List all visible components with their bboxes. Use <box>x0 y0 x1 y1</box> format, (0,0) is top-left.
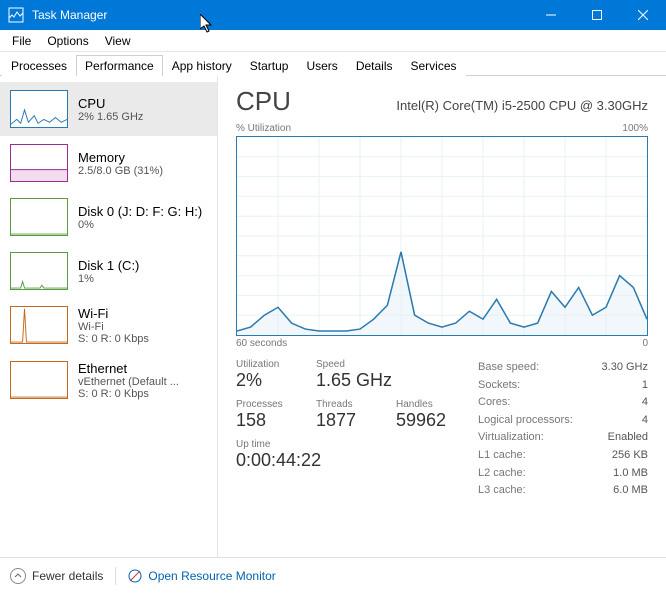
footer: Fewer details Open Resource Monitor <box>0 557 666 593</box>
detail-key: L2 cache: <box>478 465 526 483</box>
tab-app-history[interactable]: App history <box>163 55 241 76</box>
sidebar-item-disk1[interactable]: Disk 1 (C:) 1% <box>0 244 217 298</box>
menu-file[interactable]: File <box>4 32 39 50</box>
sidebar-sub: vEthernet (Default ... <box>78 376 179 388</box>
sidebar-item-wifi[interactable]: Wi-Fi Wi-Fi S: 0 R: 0 Kbps <box>0 298 217 353</box>
sidebar-label: Wi-Fi <box>78 306 149 321</box>
titlebar: Task Manager <box>0 0 666 30</box>
stat-label: Speed <box>316 359 392 370</box>
stat-processes: 158 <box>236 410 298 431</box>
stat-utilization: 2% <box>236 370 298 391</box>
menu-options[interactable]: Options <box>39 32 96 50</box>
orm-label: Open Resource Monitor <box>148 569 275 583</box>
stat-threads: 1877 <box>316 410 378 431</box>
disk1-thumb <box>10 252 68 290</box>
sidebar: CPU 2% 1.65 GHz Memory 2.5/8.0 GB (31%) … <box>0 76 218 557</box>
disk0-thumb <box>10 198 68 236</box>
stat-handles: 59962 <box>396 410 458 431</box>
cpu-model: Intel(R) Core(TM) i5-2500 CPU @ 3.30GHz <box>396 98 648 113</box>
open-resource-monitor-link[interactable]: Open Resource Monitor <box>128 569 275 583</box>
tab-users[interactable]: Users <box>297 55 346 76</box>
sidebar-sub: Wi-Fi <box>78 321 149 333</box>
sidebar-sub: 0% <box>78 219 202 231</box>
resource-monitor-icon <box>128 569 142 583</box>
tabbar: Processes Performance App history Startu… <box>0 52 666 76</box>
detail-key: Cores: <box>478 394 510 412</box>
ethernet-thumb <box>10 361 68 399</box>
chart-ylabel: % Utilization <box>236 123 291 134</box>
sidebar-label: Memory <box>78 150 163 165</box>
stat-label: Processes <box>236 399 298 410</box>
sidebar-sub: 1% <box>78 273 139 285</box>
cpu-thumb <box>10 90 68 128</box>
stat-speed: 1.65 GHz <box>316 370 392 391</box>
sidebar-label: Disk 1 (C:) <box>78 258 139 273</box>
stat-label: Handles <box>396 399 458 410</box>
detail-virtualization: Enabled <box>608 429 648 447</box>
window-title: Task Manager <box>32 8 107 22</box>
chevron-up-icon <box>10 568 26 584</box>
stat-label: Up time <box>236 439 458 450</box>
menubar: File Options View <box>0 30 666 52</box>
detail-key: Virtualization: <box>478 429 544 447</box>
content-area: CPU 2% 1.65 GHz Memory 2.5/8.0 GB (31%) … <box>0 76 666 557</box>
detail-logical: 4 <box>642 412 648 430</box>
detail-base-speed: 3.30 GHz <box>602 359 648 377</box>
tab-performance[interactable]: Performance <box>76 55 163 76</box>
chart-xright: 0 <box>642 338 648 349</box>
close-button[interactable] <box>620 0 666 30</box>
stat-label: Threads <box>316 399 378 410</box>
stats-area: Utilization 2% Speed 1.65 GHz Processes … <box>236 359 648 500</box>
minimize-button[interactable] <box>528 0 574 30</box>
sidebar-sub2: S: 0 R: 0 Kbps <box>78 388 179 400</box>
detail-key: Base speed: <box>478 359 539 377</box>
detail-cores: 4 <box>642 394 648 412</box>
sidebar-label: Ethernet <box>78 361 179 376</box>
sidebar-item-disk0[interactable]: Disk 0 (J: D: F: G: H:) 0% <box>0 190 217 244</box>
sidebar-label: Disk 0 (J: D: F: G: H:) <box>78 204 202 219</box>
stat-uptime: 0:00:44:22 <box>236 450 458 471</box>
tab-services[interactable]: Services <box>402 55 466 76</box>
page-title: CPU <box>236 86 291 117</box>
sidebar-item-memory[interactable]: Memory 2.5/8.0 GB (31%) <box>0 136 217 190</box>
memory-thumb <box>10 144 68 182</box>
wifi-thumb <box>10 306 68 344</box>
maximize-button[interactable] <box>574 0 620 30</box>
main-panel: CPU Intel(R) Core(TM) i5-2500 CPU @ 3.30… <box>218 76 666 557</box>
sidebar-label: CPU <box>78 96 143 111</box>
detail-key: Sockets: <box>478 377 520 395</box>
sidebar-sub2: S: 0 R: 0 Kbps <box>78 333 149 345</box>
tab-details[interactable]: Details <box>347 55 402 76</box>
detail-key: L1 cache: <box>478 447 526 465</box>
divider <box>115 567 116 585</box>
menu-view[interactable]: View <box>97 32 139 50</box>
sidebar-item-cpu[interactable]: CPU 2% 1.65 GHz <box>0 82 217 136</box>
cpu-chart <box>236 136 648 336</box>
tab-processes[interactable]: Processes <box>2 55 76 76</box>
detail-l2: 1.0 MB <box>613 465 648 483</box>
tab-startup[interactable]: Startup <box>241 55 298 76</box>
detail-key: L3 cache: <box>478 482 526 500</box>
detail-l1: 256 KB <box>612 447 648 465</box>
detail-sockets: 1 <box>642 377 648 395</box>
sidebar-sub: 2.5/8.0 GB (31%) <box>78 165 163 177</box>
fewer-details-button[interactable]: Fewer details <box>10 568 103 584</box>
sidebar-item-ethernet[interactable]: Ethernet vEthernet (Default ... S: 0 R: … <box>0 353 217 408</box>
detail-l3: 6.0 MB <box>613 482 648 500</box>
stat-label: Utilization <box>236 359 298 370</box>
fewer-details-label: Fewer details <box>32 569 103 583</box>
app-icon <box>8 7 24 23</box>
chart-ymax: 100% <box>622 123 648 134</box>
detail-key: Logical processors: <box>478 412 573 430</box>
chart-xleft: 60 seconds <box>236 338 287 349</box>
sidebar-sub: 2% 1.65 GHz <box>78 111 143 123</box>
